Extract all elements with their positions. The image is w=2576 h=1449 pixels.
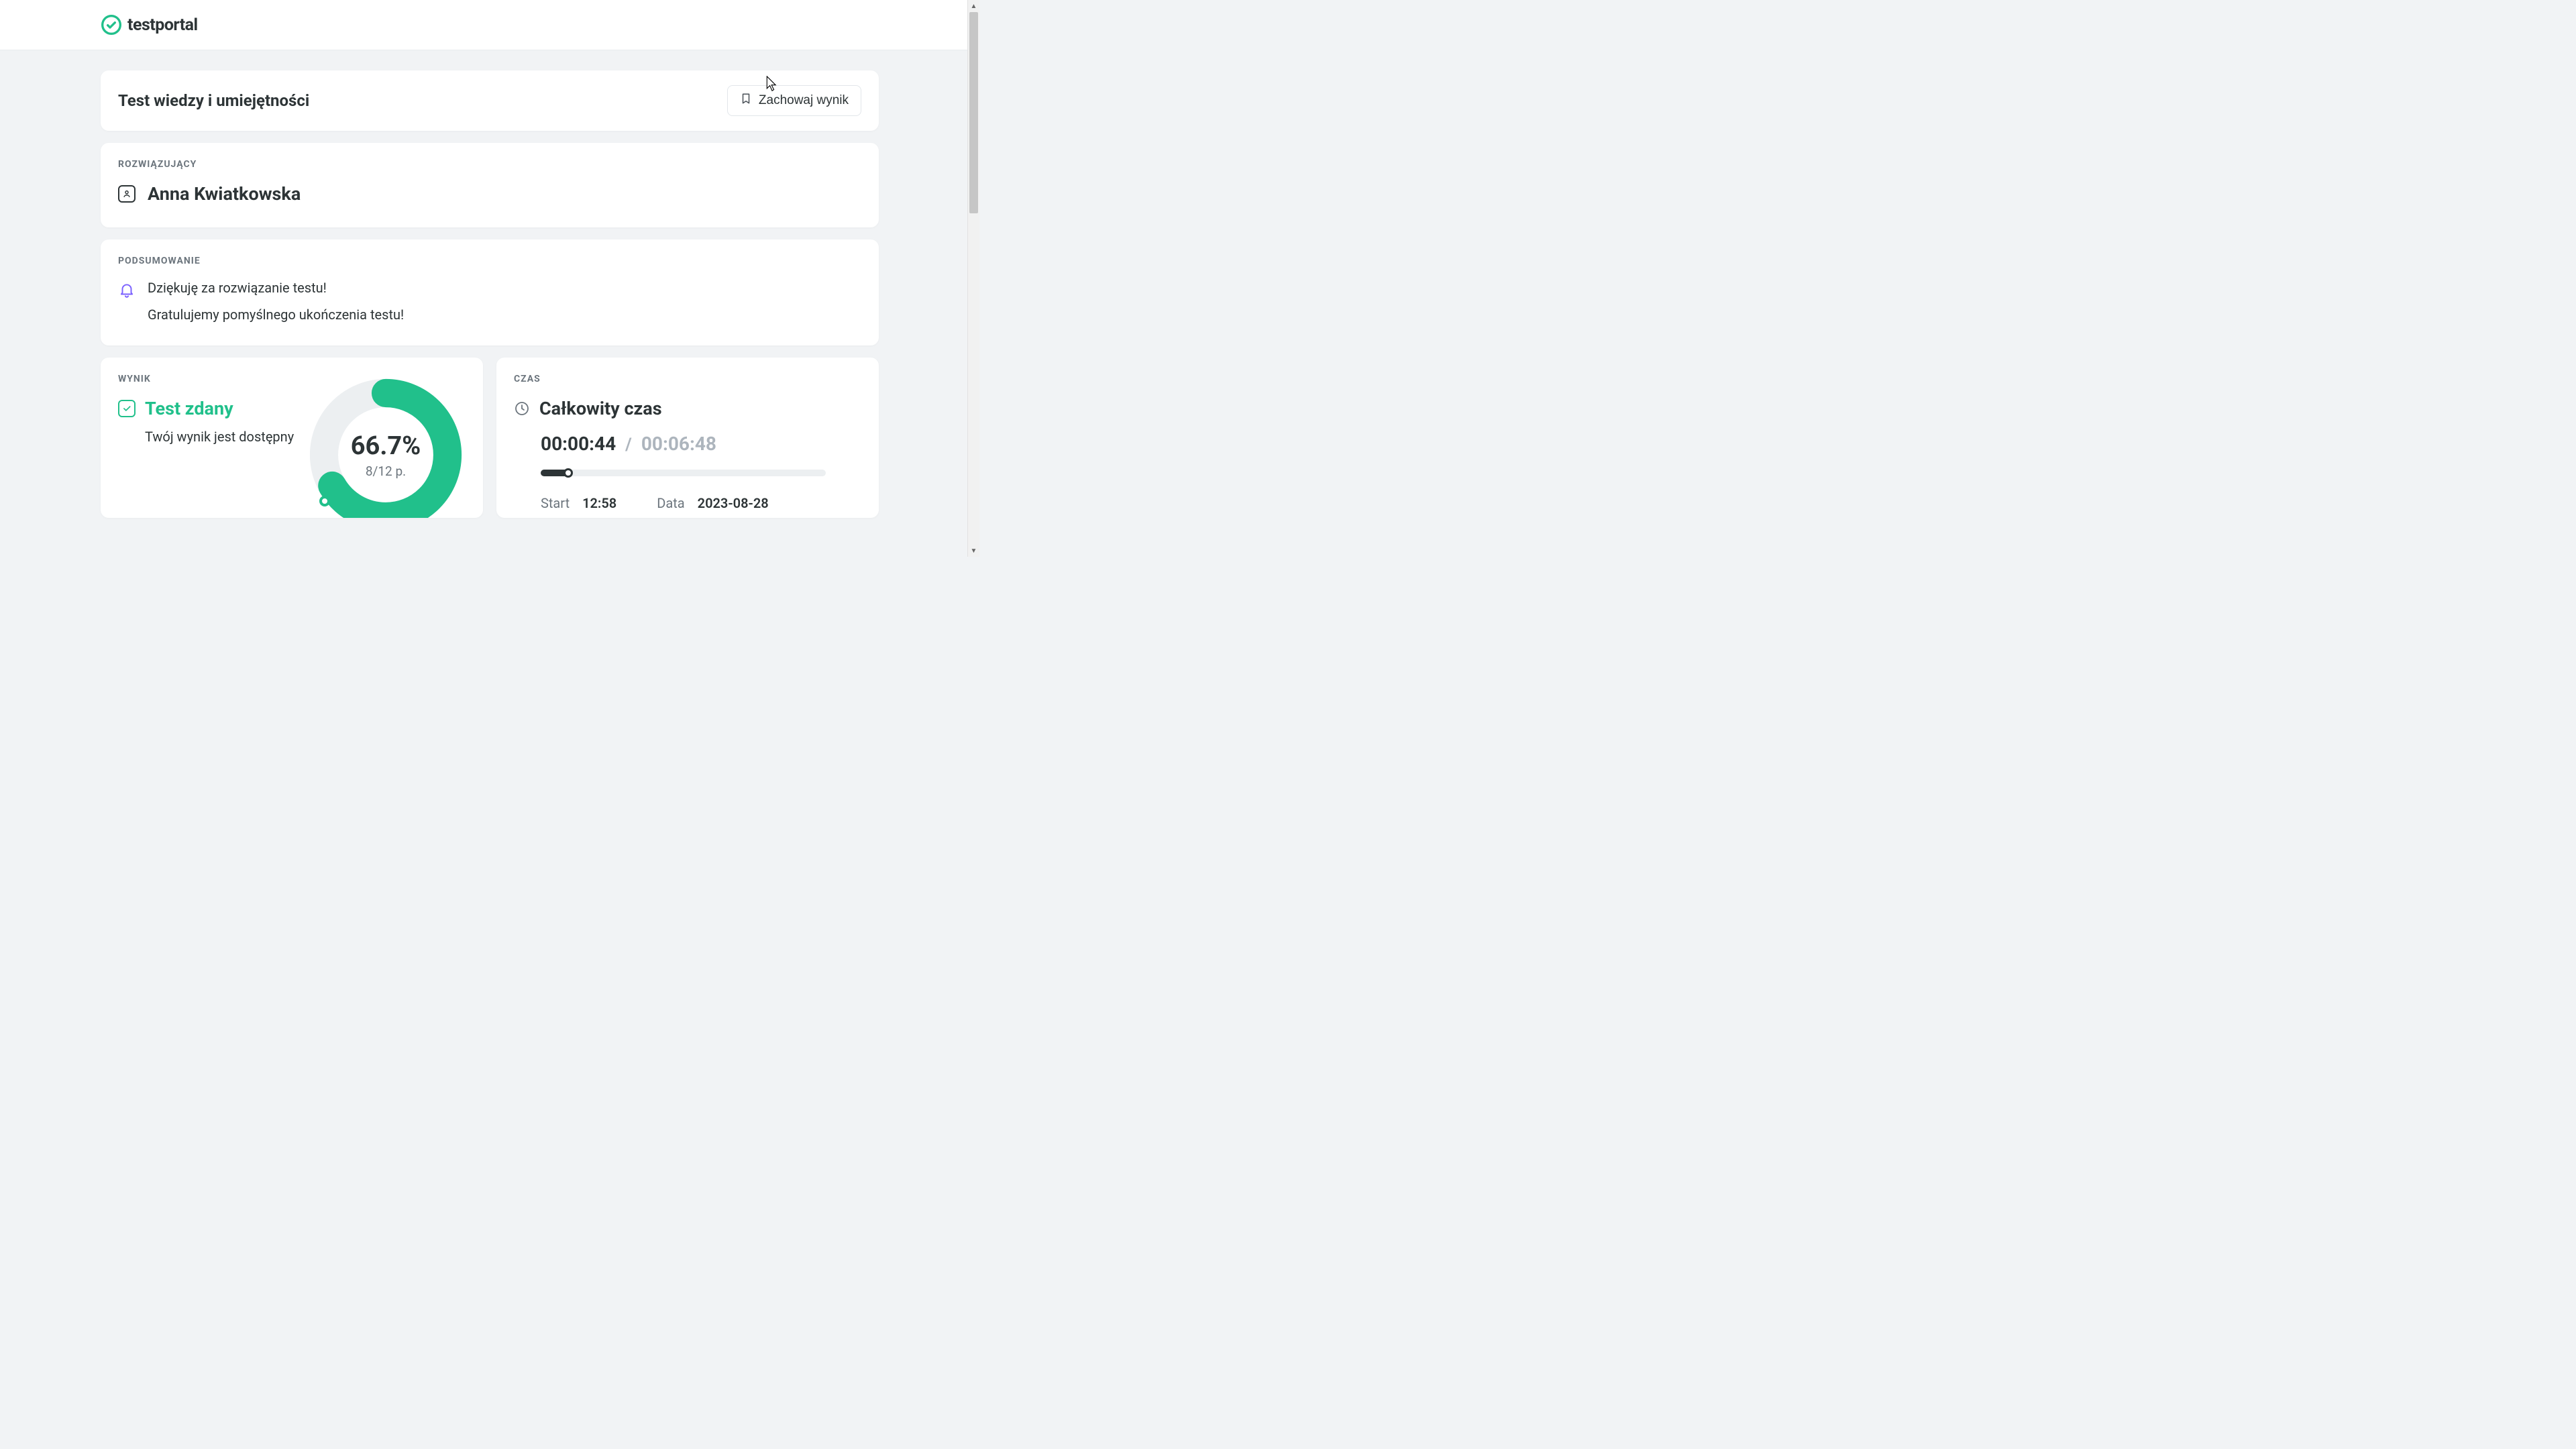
logo-check-icon xyxy=(101,14,122,36)
test-title: Test wiedzy i umiejętności xyxy=(118,91,309,110)
time-title: Całkowity czas xyxy=(539,398,662,419)
time-date-label: Data xyxy=(657,495,684,511)
scroll-up-arrow-icon[interactable]: ▲ xyxy=(968,0,979,12)
result-status: Test zdany xyxy=(145,398,233,419)
scroll-thumb[interactable] xyxy=(969,12,978,213)
logo[interactable]: testportal xyxy=(101,14,198,36)
clock-icon xyxy=(514,400,530,417)
bell-icon xyxy=(118,281,136,299)
section-label-summary: PODSUMOWANIE xyxy=(118,256,861,266)
app-header: testportal xyxy=(0,0,979,50)
solver-name: Anna Kwiatkowska xyxy=(148,183,301,205)
time-start-label: Start xyxy=(541,495,570,511)
summary-line-1: Dziękuję za rozwiązanie testu! xyxy=(148,280,404,296)
summary-card: PODSUMOWANIE Dziękuję za rozwiązanie tes… xyxy=(101,239,879,345)
logo-text: testportal xyxy=(127,15,198,35)
time-total: 00:06:48 xyxy=(641,433,716,455)
time-date: Data 2023-08-28 xyxy=(657,495,768,511)
time-elapsed: 00:00:44 xyxy=(541,433,616,455)
solver-card: ROZWIĄZUJĄCY Anna Kwiatkowska xyxy=(101,143,879,227)
time-start-value: 12:58 xyxy=(582,495,616,511)
time-progress-thumb-icon xyxy=(564,468,573,478)
save-result-label: Zachowaj wynik xyxy=(759,93,849,108)
passed-check-icon xyxy=(118,400,136,417)
main-content: Test wiedzy i umiejętności Zachowaj wyni… xyxy=(0,50,979,518)
score-donut-chart: 66.7% 8/12 p. xyxy=(309,378,463,518)
vertical-scrollbar[interactable]: ▲ ▼ xyxy=(967,0,979,557)
save-result-button[interactable]: Zachowaj wynik xyxy=(727,85,861,116)
summary-line-2: Gratulujemy pomyślnego ukończenia testu! xyxy=(148,307,404,323)
score-percent: 66.7% xyxy=(351,431,421,461)
time-date-value: 2023-08-28 xyxy=(698,495,769,511)
user-icon xyxy=(118,185,136,203)
score-points: 8/12 p. xyxy=(366,464,406,479)
title-card: Test wiedzy i umiejętności Zachowaj wyni… xyxy=(101,70,879,131)
scroll-down-arrow-icon[interactable]: ▼ xyxy=(968,545,979,557)
time-card: CZAS Całkowity czas 00:00:44 / 00:06:48 xyxy=(496,358,879,518)
section-label-time: CZAS xyxy=(514,374,861,384)
result-card: WYNIK Test zdany Twój wynik jest dostępn… xyxy=(101,358,483,518)
time-progress-bar xyxy=(541,470,826,476)
section-label-solver: ROZWIĄZUJĄCY xyxy=(118,159,861,170)
time-start: Start 12:58 xyxy=(541,495,616,511)
time-separator: / xyxy=(625,435,632,455)
bookmark-icon xyxy=(740,93,752,109)
